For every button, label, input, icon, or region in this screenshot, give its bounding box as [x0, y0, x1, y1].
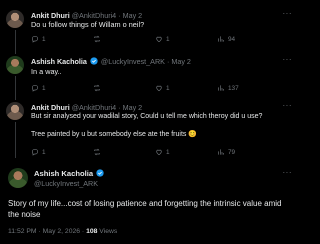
views-icon — [218, 36, 224, 42]
post-text-line-2: Tree painted by u but somebody else ate … — [31, 131, 198, 138]
reply-post-3[interactable]: Ankit Dhuri @AnkitDhuri4 · May 2 ··· But… — [0, 100, 300, 158]
reply-button[interactable]: 1 — [31, 35, 46, 43]
avatar[interactable] — [6, 102, 24, 120]
more-options-icon[interactable]: ··· — [283, 101, 293, 110]
reply-button[interactable]: 1 — [31, 84, 46, 92]
repost-button[interactable] — [93, 148, 104, 156]
views-icon — [218, 85, 224, 91]
like-button[interactable]: 1 — [155, 84, 170, 92]
repost-icon — [94, 84, 100, 92]
conversation-thread: Ankit Dhuri @AnkitDhuri4 · May 2 ··· Do … — [0, 0, 300, 244]
author-name[interactable]: Ashish Kacholia — [34, 169, 93, 178]
post-header: Ashish Kacholia — [34, 169, 105, 178]
reply-count: 1 — [42, 84, 46, 92]
action-bar: 1 1 79 — [31, 148, 277, 157]
post-text: But sir analysed your wadilal story, Cou… — [31, 113, 263, 120]
main-post-text: Story of my life...cost of losing patien… — [8, 199, 282, 219]
avatar[interactable] — [6, 10, 24, 28]
views-label: Views — [97, 228, 118, 235]
more-options-icon[interactable]: ··· — [283, 9, 293, 18]
repost-button[interactable] — [93, 35, 104, 43]
more-options-icon[interactable]: ··· — [283, 168, 293, 177]
view-count: 137 — [228, 84, 239, 92]
thread-connector-line — [14, 76, 16, 100]
like-icon — [156, 85, 162, 92]
avatar[interactable] — [8, 168, 28, 188]
views-icon — [218, 149, 224, 155]
post-text: In a way.. — [31, 67, 62, 76]
post-header: Ashish Kacholia @LuckyInvest_ARK · May 2 — [31, 57, 191, 66]
views-button[interactable]: 79 — [217, 148, 235, 156]
repost-button[interactable] — [93, 84, 104, 92]
more-options-icon[interactable]: ··· — [283, 55, 293, 64]
author-handle[interactable]: @LuckyInvest_ARK — [101, 57, 165, 66]
like-icon — [156, 149, 162, 156]
reply-button[interactable]: 1 — [31, 148, 46, 156]
reply-count: 1 — [42, 148, 46, 156]
views-button[interactable]: 137 — [217, 84, 239, 92]
author-handle[interactable]: @AnkitDhuri4 — [72, 11, 116, 20]
author-name[interactable]: Ashish Kacholia — [31, 57, 87, 66]
repost-icon — [94, 148, 100, 156]
post-header: Ankit Dhuri @AnkitDhuri4 · May 2 — [31, 103, 142, 112]
action-bar: 1 1 94 — [31, 35, 277, 44]
reply-icon — [31, 85, 38, 92]
views-button[interactable]: 94 — [217, 35, 235, 43]
reply-icon — [31, 149, 38, 156]
post-text: Do u follow things of Willam o neil? — [31, 20, 145, 29]
reply-count: 1 — [42, 35, 46, 43]
thread-connector-line — [14, 122, 16, 158]
author-handle[interactable]: @LuckyInvest_ARK — [34, 179, 98, 188]
like-count: 1 — [166, 84, 170, 92]
view-count: 94 — [228, 35, 236, 43]
view-count: 79 — [228, 148, 236, 156]
author-name[interactable]: Ankit Dhuri — [31, 103, 70, 112]
reply-icon — [31, 36, 38, 43]
post-metadata: 11:52 PM · May 2, 2026 · 108 Views — [8, 228, 117, 235]
verified-badge-icon — [90, 57, 98, 65]
like-icon — [156, 36, 162, 43]
like-button[interactable]: 1 — [155, 148, 170, 156]
author-handle[interactable]: @AnkitDhuri4 — [72, 103, 116, 112]
reply-post-1[interactable]: Ankit Dhuri @AnkitDhuri4 · May 2 ··· Do … — [0, 0, 300, 54]
post-date[interactable]: · May 2 — [118, 103, 142, 112]
like-count: 1 — [166, 35, 170, 43]
like-count: 1 — [166, 148, 170, 156]
like-button[interactable]: 1 — [155, 35, 170, 43]
author-name[interactable]: Ankit Dhuri — [31, 11, 70, 20]
thread-connector-line — [14, 30, 16, 54]
action-bar: 1 1 137 — [31, 84, 277, 93]
view-count: 108 — [86, 228, 98, 235]
post-header: Ankit Dhuri @AnkitDhuri4 · May 2 — [31, 11, 142, 20]
reply-post-2[interactable]: Ashish Kacholia @LuckyInvest_ARK · May 2… — [0, 54, 300, 100]
post-date[interactable]: · May 2 — [118, 11, 142, 20]
post-date[interactable]: · May 2 — [167, 57, 191, 66]
verified-badge-icon — [96, 169, 104, 177]
repost-icon — [94, 35, 100, 43]
post-timestamp[interactable]: 11:52 PM · May 2, 2026 · — [8, 228, 86, 235]
avatar[interactable] — [6, 56, 24, 74]
